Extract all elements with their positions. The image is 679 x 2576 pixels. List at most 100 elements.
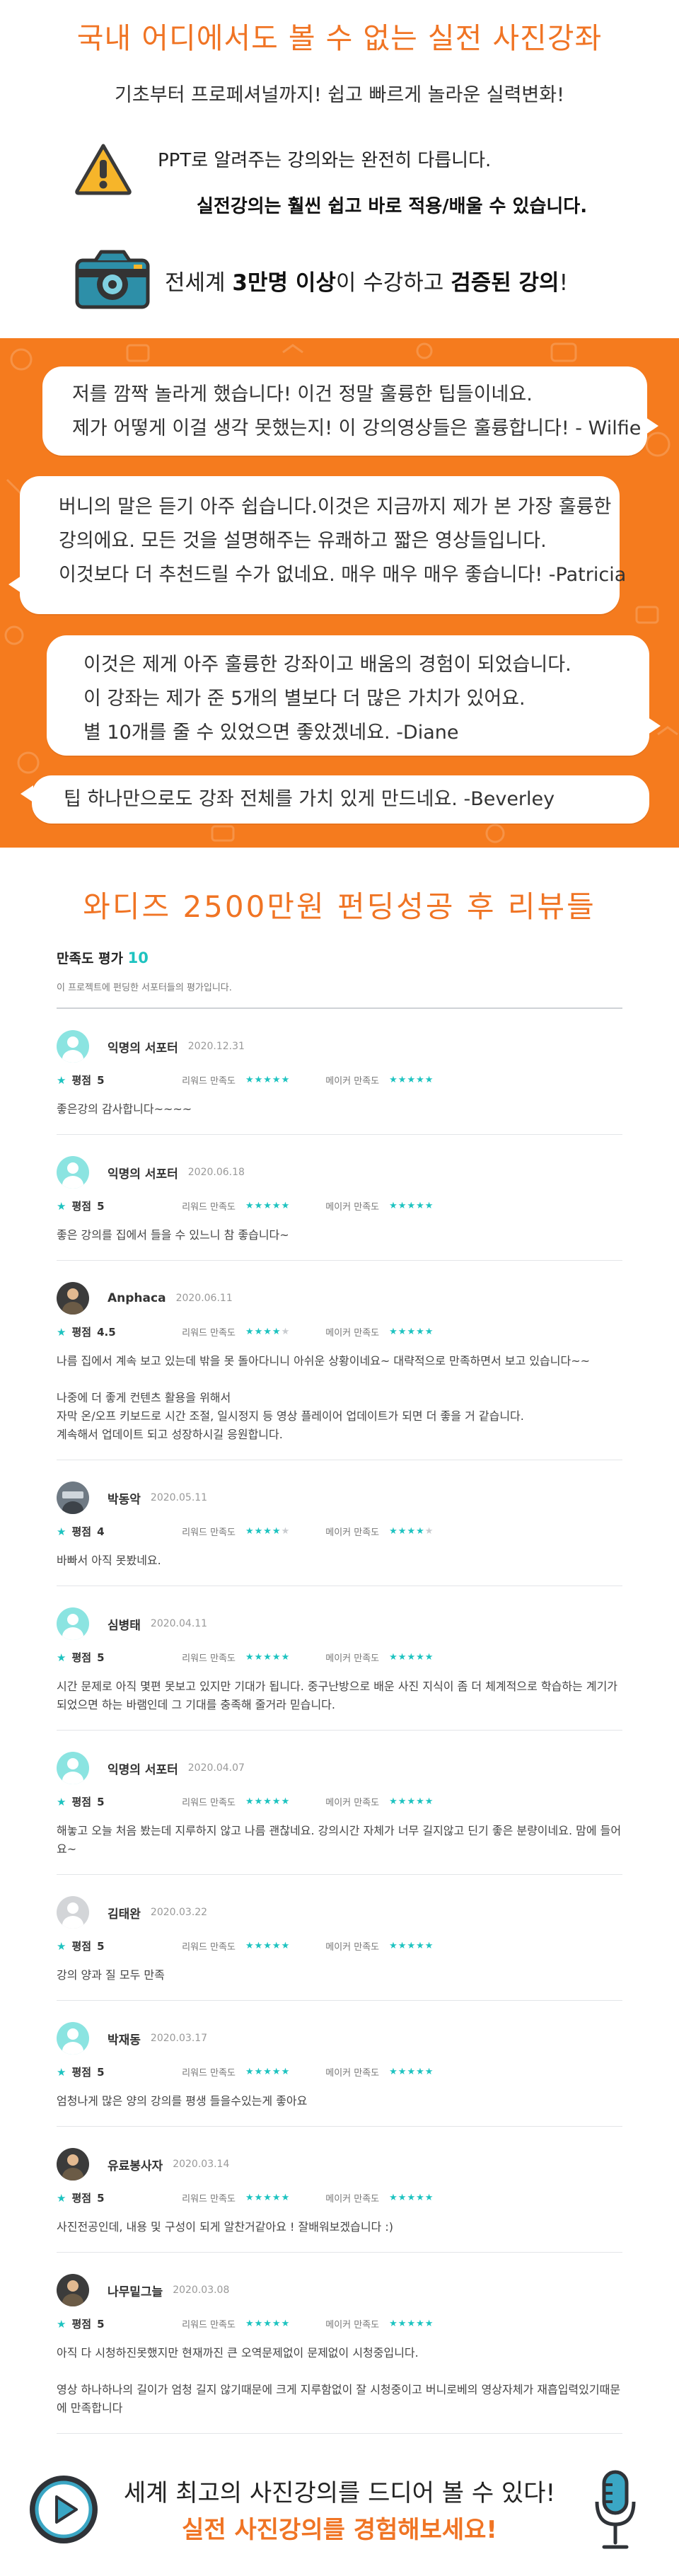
review-header: 익명의 서포터 2020.12.31 [57,1030,622,1063]
rating-label: 평점 [71,1796,92,1808]
testimonial-patricia-line-2: 강의에요. 모든 것을 설명해주는 유쾌하고 짧은 영상들입니다. [59,530,547,552]
reward-satisfaction-label: 리워드 만족도 [182,1527,236,1538]
review-body: 좋은 강의를 집에서 들을 수 있느니 참 좋습니다~ [57,1228,289,1242]
review-scores: ★ 평점 5 리워드 만족도 ★★★★★ 메이커 만족도 ★★★★★ [57,1199,622,1213]
rating-value: 5 [97,1073,105,1087]
reward-stars: ★★★★★ [245,2318,291,2329]
testimonial-patricia-line-3: 이것보다 더 추천드릴 수가 없네요. 매우 매우 매우 좋습니다! -Patr… [59,564,627,586]
review-item: 박동악 2020.05.11 ★ 평점 4 리워드 만족도 ★★★★★ 메이커 만족도 ★★★★… [57,1460,622,1586]
maker-satisfaction: 메이커 만족도 ★★★★★ [325,1199,434,1213]
review-body: 강의 양과 질 모두 만족 [57,1968,165,1982]
camera-row: 전세계 3만명 이상이 수강하고 검증된 강의! [74,248,626,318]
reward-satisfaction-label: 리워드 만족도 [182,1076,236,1087]
star-icon: ★ [57,2317,66,2330]
review-body: 나름 집에서 계속 보고 있는데 밖을 못 돌아다니니 아쉬운 상황이네요~ 대… [57,1354,591,1441]
review-date: 2020.06.11 [175,1293,233,1304]
maker-stars: ★★★★★ [389,1652,434,1663]
review-date: 2020.04.07 [187,1762,245,1774]
review-scores: ★ 평점 5 리워드 만족도 ★★★★★ 메이커 만족도 ★★★★★ [57,2190,622,2205]
review-header: 유료봉사자 2020.03.14 [57,2148,622,2181]
review-body: 엄청나게 많은 양의 강의를 평생 들을수있는게 좋아요 [57,2094,308,2108]
reviews-description: 이 프로젝트에 펀딩한 서포터들의 평가입니다. [57,980,622,1009]
reward-stars: ★★★★★ [245,2067,291,2077]
review-scores: ★ 평점 5 리워드 만족도 ★★★★★ 메이커 만족도 ★★★★★ [57,1650,622,1665]
review-scores: ★ 평점 5 리워드 만족도 ★★★★★ 메이커 만족도 ★★★★★ [57,1794,622,1809]
reward-satisfaction-label: 리워드 만족도 [182,2194,236,2205]
reward-stars: ★★★★★ [245,1327,291,1337]
avatar-icon [57,2022,89,2055]
review-item: 심병태 2020.04.11 ★ 평점 5 리워드 만족도 ★★★★★ 메이커 만족도 ★★★★… [57,1586,622,1731]
rating-label: 평점 [71,1651,92,1664]
review-header: 김태완 2020.03.22 [57,1896,622,1929]
maker-satisfaction: 메이커 만족도 ★★★★★ [325,2065,434,2079]
camera-text-bold-2: 검증된 강의 [451,270,559,296]
camera-text-mid: 이 수강하고 [335,270,451,296]
review-date: 2020.06.18 [187,1167,245,1178]
review-body: 해놓고 오늘 처음 봤는데 지루하지 않고 나름 괜찮네요. 강의시간 자체가 … [57,1824,622,1856]
rating-value: 5 [97,1795,105,1808]
review-body: 좋은강의 감사합니다~~~~ [57,1102,192,1116]
review-scores: ★ 평점 5 리워드 만족도 ★★★★★ 메이커 만족도 ★★★★★ [57,2064,622,2079]
review-header: 박재동 2020.03.17 [57,2022,622,2055]
reward-satisfaction-label: 리워드 만족도 [182,2320,236,2330]
reward-satisfaction-label: 리워드 만족도 [182,1328,236,1339]
review-header: 박동악 2020.05.11 [57,1482,622,1514]
review-scores: ★ 평점 5 리워드 만족도 ★★★★★ 메이커 만족도 ★★★★★ [57,1939,622,1953]
review-date: 2020.03.17 [150,2033,208,2044]
reviewer-name: 박재동 [108,2033,141,2047]
warning-line-1: PPT로 알려주는 강의와는 완전히 다릅니다. [158,150,492,171]
rating-value: 4 [97,1525,105,1538]
reward-stars: ★★★★★ [245,1075,291,1085]
avatar-icon [57,1752,89,1784]
maker-satisfaction: 메이커 만족도 ★★★★★ [325,1795,434,1808]
review-item: 익명의 서포터 2020.12.31 ★ 평점 5 리워드 만족도 ★★★★★ 메이커 만족도… [57,1009,622,1135]
review-date: 2020.03.14 [173,2159,230,2170]
warning-icon [75,144,132,195]
star-icon: ★ [57,1325,66,1339]
avatar-icon [57,1156,89,1189]
star-icon: ★ [57,1525,66,1538]
review-header: Anphaca 2020.06.11 [57,1282,622,1315]
review-date: 2020.03.08 [173,2285,230,2296]
review-item: 김태완 2020.03.22 ★ 평점 5 리워드 만족도 ★★★★★ 메이커 만족도 ★★★★… [57,1875,622,2001]
reviewer-name: 박동악 [108,1492,141,1507]
rating-label: 평점 [71,2318,92,2330]
reviewer-name: 익명의 서포터 [108,1041,178,1056]
reviewer-name: 익명의 서포터 [108,1762,178,1777]
star-icon: ★ [57,1199,66,1213]
reward-stars: ★★★★★ [245,1796,291,1807]
maker-satisfaction-label: 메이커 만족도 [325,1328,380,1339]
warning-row: PPT로 알려주는 강의와는 완전히 다릅니다. 실전강의는 훨씬 쉽고 바로 … [74,139,626,217]
avatar-icon [57,1282,89,1315]
reviewer-name: 심병태 [108,1618,141,1633]
maker-satisfaction-label: 메이커 만족도 [325,1653,380,1664]
review-item: 나무밑그늘 2020.03.08 ★ 평점 5 리워드 만족도 ★★★★★ 메이커 만족도 ★★… [57,2253,622,2434]
avatar-icon [57,2148,89,2181]
testimonial-patricia: 버니의 말은 듣기 아주 쉽습니다.이것은 지금까지 제가 본 가장 훌륭한 강… [8,476,627,614]
maker-stars: ★★★★★ [389,1075,434,1085]
maker-stars: ★★★★★ [389,1941,434,1951]
reward-satisfaction-label: 리워드 만족도 [182,1202,236,1213]
rating-value: 5 [97,1939,105,1953]
reward-stars: ★★★★★ [245,1526,291,1537]
rating-value: 5 [97,2065,105,2079]
star-icon: ★ [57,1939,66,1953]
intro-subtitle: 기초부터 프로페셔널까지! 쉽고 빠르게 놀라운 실력변화! [115,84,564,106]
maker-satisfaction: 메이커 만족도 ★★★★★ [325,1939,434,1953]
rating-label: 평점 [71,2192,92,2205]
rating-value: 5 [97,1199,105,1213]
testimonial-wilfie-line-1: 저를 깜짝 놀라게 했습니다! 이건 정말 훌륭한 팁들이네요. [72,383,533,405]
reviewer-name: 익명의 서포터 [108,1167,178,1182]
maker-satisfaction-label: 메이커 만족도 [325,1798,380,1808]
maker-satisfaction: 메이커 만족도 ★★★★★ [325,1073,434,1087]
camera-icon [75,250,150,309]
maker-satisfaction-label: 메이커 만족도 [325,1076,380,1087]
rating-value: 5 [97,2191,105,2205]
review-body: 아직 다 시청하진못했지만 현재까진 큰 오역문제없이 문제없이 시청중입니다.… [57,2346,621,2415]
maker-stars: ★★★★★ [389,1526,434,1537]
intro-title: 국내 어디에서도 볼 수 없는 실전 사진강좌 [76,21,603,55]
testimonial-diane-line-1: 이것은 제게 아주 훌륭한 강좌이고 배움의 경험이 되었습니다. [83,654,571,676]
testimonial-diane-line-3: 별 10개를 줄 수 있었으면 좋았겠네요. -Diane [83,722,459,744]
wadiz-heading: 와디즈 2500만원 펀딩성공 후 리뷰들 [83,889,596,924]
rating-label: 평점 [71,1326,92,1339]
